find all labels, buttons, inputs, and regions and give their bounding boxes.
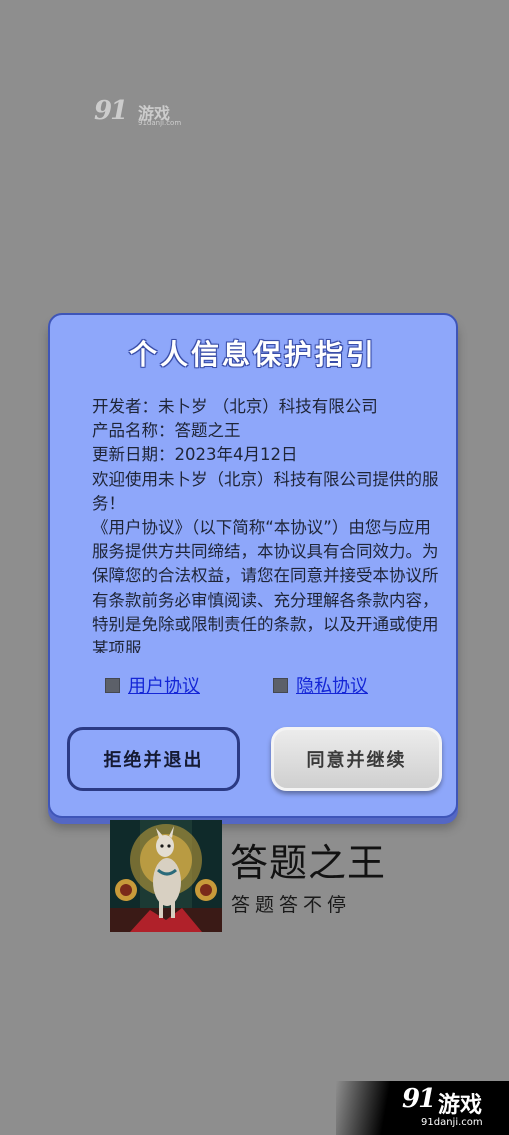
app-name: 答题之王	[230, 841, 387, 885]
user-agreement-checkbox[interactable]	[105, 677, 120, 693]
privacy-dialog: 个人信息保护指引 开发者：未卜岁 （北京）科技有限公司 产品名称：答题之王 更新…	[48, 313, 458, 818]
app-slogan: 答题答不停	[231, 894, 352, 916]
agreement-text: 《用户协议》（以下简称“本协议”）由您与应用服务提供方共同缔结，本协议具有合同效…	[92, 518, 439, 653]
agree-and-continue-button[interactable]: 同意并继续	[271, 727, 442, 791]
developer-line: 开发者：未卜岁 （北京）科技有限公司	[92, 397, 378, 416]
watermark-url: 91danji.com	[421, 1117, 483, 1128]
dialog-body-scroll[interactable]: 开发者：未卜岁 （北京）科技有限公司 产品名称：答题之王 更新日期：2023年4…	[92, 395, 444, 653]
app-icon	[110, 820, 222, 932]
user-agreement-link[interactable]: 用户协议	[128, 672, 200, 698]
update-date-line: 更新日期：2023年4月12日	[92, 445, 298, 465]
user-agreement-item[interactable]: 用户协议	[105, 671, 200, 699]
privacy-agreement-link[interactable]: 隐私协议	[296, 672, 368, 698]
privacy-agreement-checkbox[interactable]	[273, 677, 288, 693]
watermark-logo-top: 91 游戏 91danji.com	[94, 96, 190, 136]
product-name-line: 产品名称：答题之王	[92, 421, 241, 441]
welcome-text: 欢迎使用未卜岁（北京）科技有限公司提供的服务！	[92, 469, 439, 513]
dialog-title: 个人信息保护指引	[128, 338, 377, 371]
watermark-number: 91	[402, 1084, 436, 1114]
watermark-number: 91	[94, 96, 128, 126]
privacy-agreement-item[interactable]: 隐私协议	[273, 671, 368, 699]
watermark-url: 91danji.com	[138, 119, 182, 127]
reject-and-exit-button[interactable]: 拒绝并退出	[67, 727, 240, 791]
watermark-text: 游戏	[438, 1093, 483, 1118]
agreement-links-row: 用户协议 隐私协议	[50, 671, 456, 699]
watermark-logo-bottom: 91 游戏 91danji.com	[336, 1081, 509, 1135]
